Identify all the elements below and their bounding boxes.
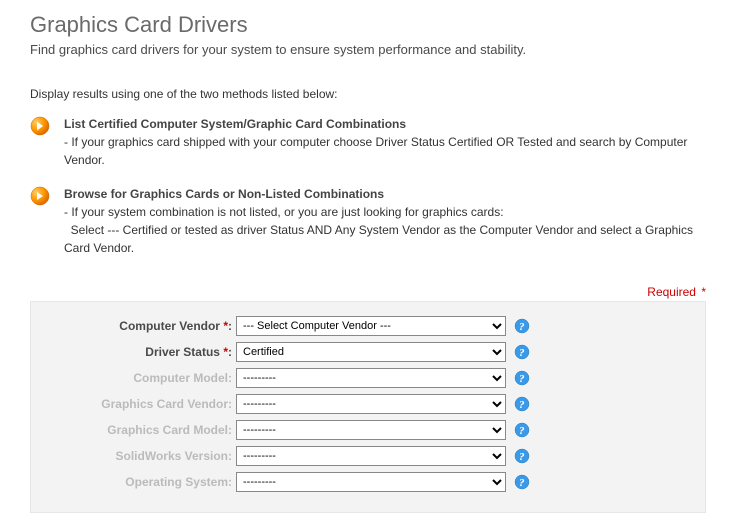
select-driver-status[interactable]: Certified: [236, 342, 506, 362]
svg-text:?: ?: [519, 321, 525, 333]
method-title: Browse for Graphics Cards or Non-Listed …: [64, 187, 384, 201]
svg-text:?: ?: [519, 399, 525, 411]
help-icon[interactable]: ?: [514, 318, 530, 334]
svg-text:?: ?: [519, 347, 525, 359]
help-icon[interactable]: ?: [514, 344, 530, 360]
label-graphics-card-model: Graphics Card Model:: [41, 423, 236, 437]
page-title: Graphics Card Drivers: [30, 12, 706, 38]
label-graphics-card-vendor: Graphics Card Vendor:: [41, 397, 236, 411]
method-title: List Certified Computer System/Graphic C…: [64, 117, 406, 131]
svg-text:?: ?: [519, 477, 525, 489]
arrow-right-icon: [30, 186, 50, 206]
select-graphics-card-model[interactable]: ---------: [236, 420, 506, 440]
help-icon[interactable]: ?: [514, 370, 530, 386]
required-indicator: Required *: [30, 285, 706, 299]
svg-text:?: ?: [519, 425, 525, 437]
page-subtitle: Find graphics card drivers for your syst…: [30, 42, 706, 57]
method-desc: - If your system combination is not list…: [64, 205, 696, 255]
select-computer-model[interactable]: ---------: [236, 368, 506, 388]
method-item: Browse for Graphics Cards or Non-Listed …: [30, 185, 706, 257]
help-icon[interactable]: ?: [514, 422, 530, 438]
help-icon[interactable]: ?: [514, 474, 530, 490]
driver-search-form: Computer Vendor *: --- Select Computer V…: [30, 301, 706, 513]
instruction-heading: Display results using one of the two met…: [30, 87, 706, 101]
svg-text:?: ?: [519, 373, 525, 385]
label-computer-model: Computer Model:: [41, 371, 236, 385]
label-solidworks-version: SolidWorks Version:: [41, 449, 236, 463]
select-solidworks-version[interactable]: ---------: [236, 446, 506, 466]
help-icon[interactable]: ?: [514, 396, 530, 412]
method-item: List Certified Computer System/Graphic C…: [30, 115, 706, 169]
select-computer-vendor[interactable]: --- Select Computer Vendor ---: [236, 316, 506, 336]
select-graphics-card-vendor[interactable]: ---------: [236, 394, 506, 414]
label-driver-status: Driver Status *:: [41, 345, 236, 359]
arrow-right-icon: [30, 116, 50, 136]
svg-text:?: ?: [519, 451, 525, 463]
label-operating-system: Operating System:: [41, 475, 236, 489]
method-desc: - If your graphics card shipped with you…: [64, 135, 687, 167]
help-icon[interactable]: ?: [514, 448, 530, 464]
label-computer-vendor: Computer Vendor *:: [41, 319, 236, 333]
select-operating-system[interactable]: ---------: [236, 472, 506, 492]
